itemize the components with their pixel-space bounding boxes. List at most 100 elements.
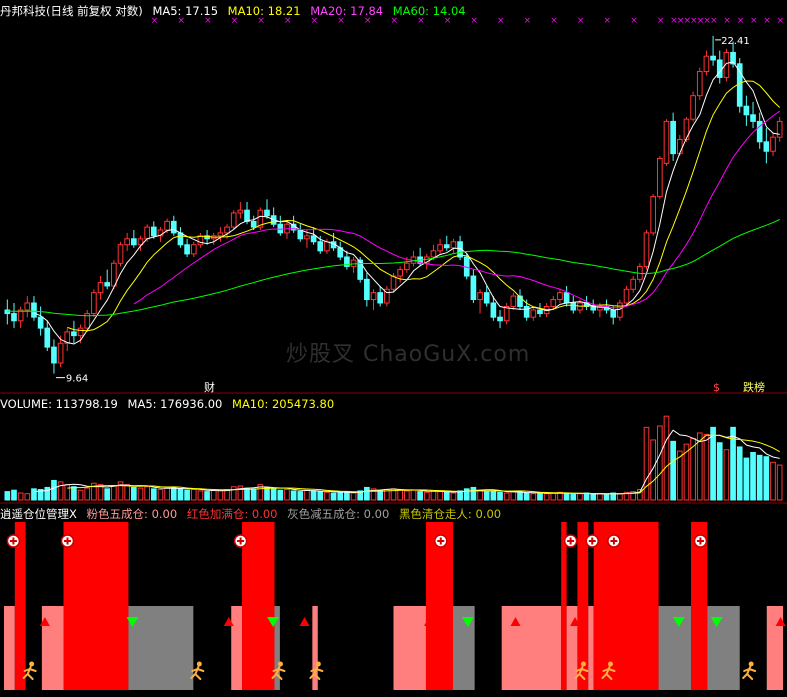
- candle-body: [537, 309, 543, 315]
- candle-body: [197, 235, 204, 246]
- rank-badge: 跌榜: [743, 380, 765, 394]
- candle-body: [443, 244, 450, 249]
- volume-ma10-readout: MA10: 205473.80: [232, 397, 335, 411]
- candle-body: [117, 244, 124, 264]
- volume-bar: [583, 492, 590, 501]
- signal-x-marker: ×: [497, 16, 505, 26]
- candle-body: [570, 302, 577, 311]
- volume-bar: [131, 486, 137, 501]
- volume-bar: [696, 432, 703, 501]
- candle-body: [11, 313, 17, 322]
- volume-bar: [443, 491, 450, 501]
- candle-body: [477, 292, 483, 301]
- volume-bar: [597, 493, 603, 501]
- candle-body: [184, 244, 190, 255]
- finance-badge: 财: [204, 380, 215, 394]
- candle-body: [370, 292, 377, 301]
- volume-bar: [44, 486, 51, 501]
- indicator-black: 黑色清仓走人: 0.00: [398, 507, 502, 521]
- candle-body: [770, 136, 776, 152]
- volume-header: VOLUME: 113798.19 MA5: 176936.00 MA10: 2…: [0, 396, 340, 412]
- volume-bar: [397, 489, 403, 501]
- volume-bar: [417, 491, 423, 501]
- ma60-line: [7, 218, 780, 317]
- volume-bar: [164, 487, 170, 501]
- candle-body: [97, 282, 104, 294]
- candle-body: [510, 295, 517, 307]
- candle-body: [530, 309, 537, 318]
- candle-body: [177, 232, 184, 246]
- high-price-label: 22.41: [721, 36, 750, 47]
- volume-bar: [270, 488, 277, 501]
- candle-body: [357, 259, 364, 280]
- volume-bar: [31, 488, 37, 501]
- candle-body: [91, 292, 97, 315]
- exit-runner-icon: [315, 661, 321, 667]
- volume-bar: [104, 488, 111, 501]
- signal-x-marker: ×: [750, 16, 758, 26]
- candle-body: [44, 327, 51, 348]
- volume-bar: [17, 492, 24, 501]
- candle-body: [663, 120, 670, 164]
- volume-bar: [4, 491, 11, 501]
- candle-body: [224, 226, 230, 234]
- volume-bar: [756, 454, 763, 501]
- candle-body: [676, 138, 683, 155]
- volume-bar: [264, 486, 270, 501]
- candle-body: [523, 305, 530, 318]
- volume-bar: [463, 488, 470, 501]
- volume-bar: [550, 492, 557, 501]
- candle-body: [450, 241, 457, 249]
- position-band-pink: [393, 606, 426, 690]
- position-band-pink: [4, 606, 15, 690]
- volume-bar: [324, 491, 330, 501]
- position-band-red: [63, 522, 129, 690]
- volume-bar: [570, 493, 577, 501]
- volume-bar: [710, 426, 716, 501]
- volume-bar: [537, 492, 543, 501]
- volume-bar: [703, 433, 710, 501]
- volume-bar: [670, 440, 676, 501]
- volume-bar: [563, 493, 570, 501]
- signal-x-marker: ×: [577, 16, 585, 26]
- candle-body: [250, 220, 257, 228]
- candle-body: [470, 275, 477, 301]
- signal-x-marker: ×: [777, 16, 785, 26]
- volume-bar: [77, 489, 84, 501]
- candle-body: [397, 269, 403, 277]
- volume-bar: [437, 491, 443, 501]
- volume-bar: [743, 457, 750, 501]
- candle-body: [111, 262, 117, 287]
- volume-bar: [150, 488, 157, 501]
- volume-bar: [603, 493, 610, 501]
- candle-body: [31, 302, 37, 318]
- candle-body: [144, 226, 150, 240]
- signal-x-marker: ×: [737, 16, 745, 26]
- candle-body: [104, 282, 111, 287]
- candle-body: [304, 235, 310, 240]
- candle-body: [150, 226, 157, 237]
- volume-bar: [490, 490, 497, 501]
- exit-runner-body: [742, 666, 757, 680]
- volume-ma5-readout: MA5: 176936.00: [127, 397, 223, 411]
- volume-bar: [24, 493, 31, 501]
- position-band-gray: [128, 606, 194, 690]
- indicator-pink: 粉色五成仓: 0.00: [86, 507, 178, 521]
- volume-bar: [750, 452, 756, 501]
- indicator-header: 逍遥仓位管理X 粉色五成仓: 0.00 红色加满仓: 0.00 灰色减五成仓: …: [0, 506, 507, 522]
- candle-body: [51, 346, 57, 364]
- position-band-pink: [588, 606, 594, 690]
- volume-bar: [177, 488, 184, 501]
- exit-runner-icon: [748, 661, 754, 667]
- volume-bar: [210, 489, 217, 501]
- volume-bar: [776, 464, 783, 501]
- ma20-line: [133, 110, 780, 309]
- volume-bar: [497, 491, 503, 501]
- candle-body: [324, 241, 330, 252]
- volume-bar: [477, 489, 483, 501]
- dollar-badge: $: [713, 381, 720, 394]
- volume-bar: [230, 486, 237, 501]
- candle-body: [24, 302, 31, 311]
- signal-x-marker: ×: [710, 16, 718, 26]
- volume-bar: [137, 487, 144, 501]
